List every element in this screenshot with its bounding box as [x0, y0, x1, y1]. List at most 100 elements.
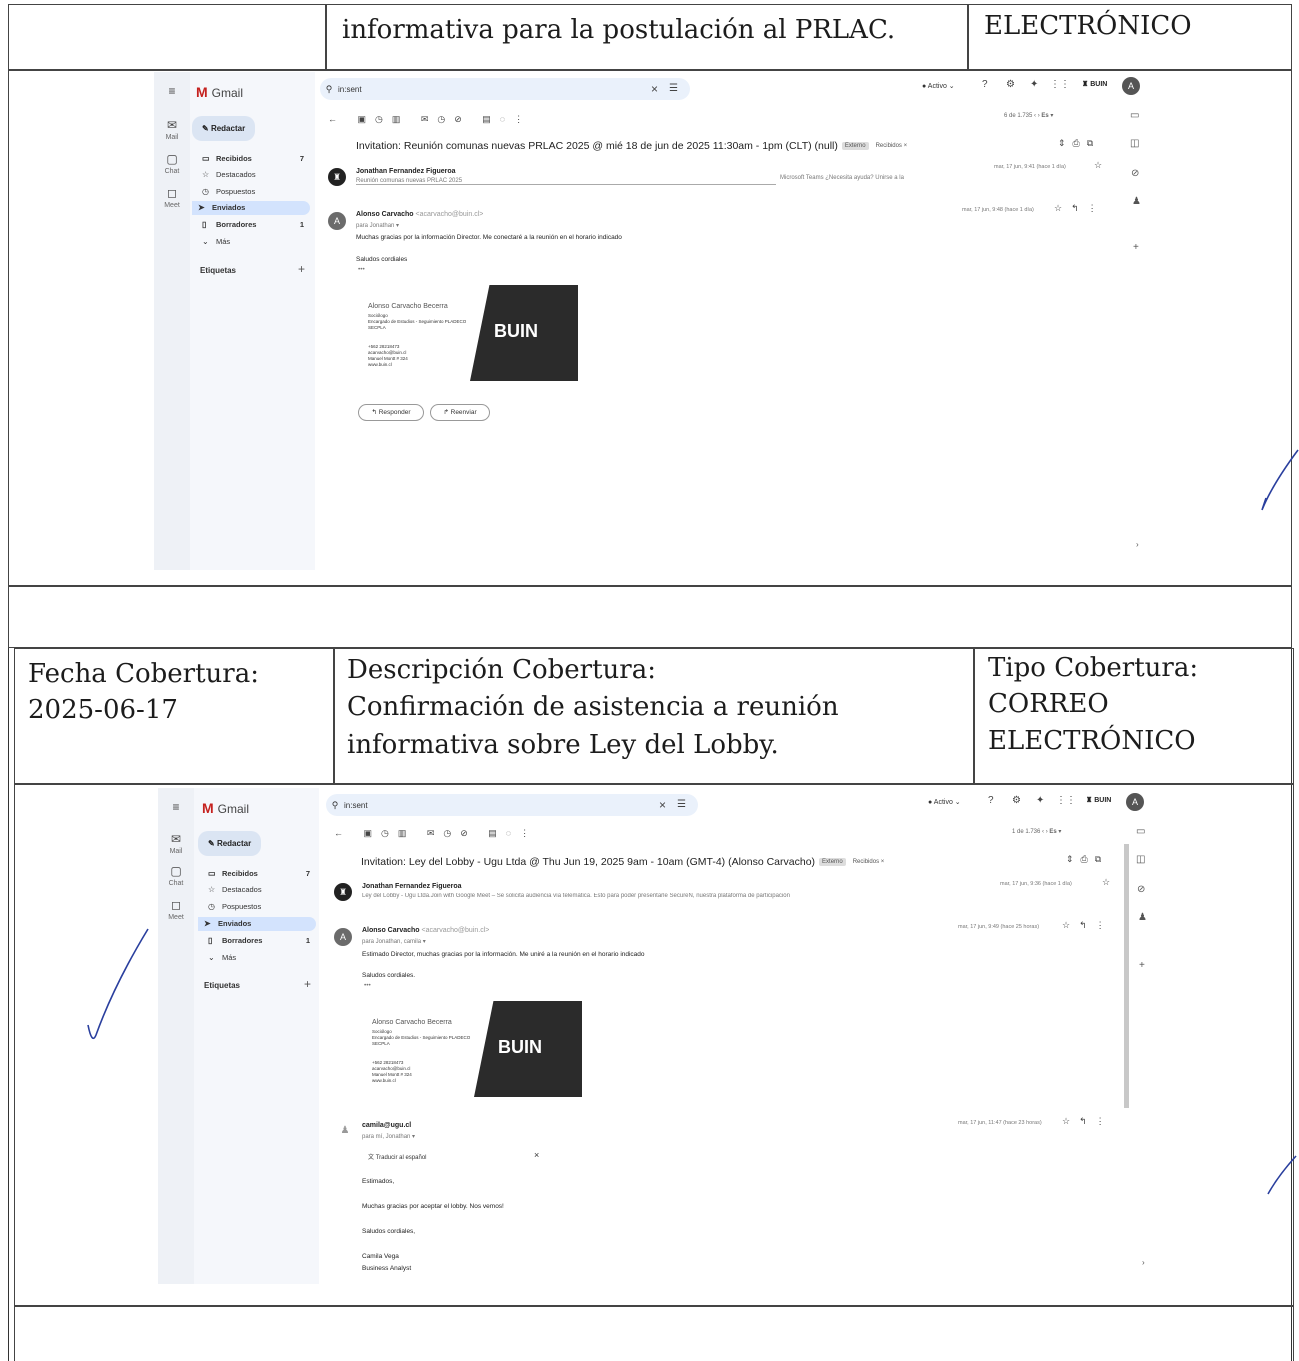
nav-label: Recibidos — [222, 869, 258, 878]
expand-panel-icon[interactable]: › — [1136, 540, 1139, 549]
contacts-side-icon[interactable]: ♟ — [1138, 912, 1147, 923]
gemini-icon[interactable]: ✦ — [1030, 79, 1038, 90]
msg2-actions[interactable]: ☆↰⋮ — [1054, 203, 1106, 214]
msg2-ellipsis[interactable]: ••• — [358, 266, 365, 273]
search-input[interactable]: in:sent — [344, 801, 368, 810]
calendar-side-icon[interactable]: ▭ — [1136, 826, 1145, 837]
search-bar[interactable]: ⚲ in:sent × ☰ — [320, 78, 690, 100]
pagination[interactable]: 6 de 1.735 ‹ › Es ▾ — [1004, 112, 1053, 119]
search-input[interactable]: in:sent — [338, 85, 362, 94]
close-translate-icon[interactable]: × — [534, 1150, 539, 1160]
account-avatar[interactable]: A — [1122, 77, 1140, 95]
settings-icon[interactable]: ⚙ — [1012, 795, 1021, 806]
scrollbar[interactable] — [1124, 844, 1129, 1108]
star-icon[interactable]: ☆ — [1102, 877, 1110, 888]
nav-label: Recibidos — [216, 154, 252, 163]
tasks-side-icon[interactable]: ⊘ — [1137, 884, 1145, 895]
forward-button[interactable]: ↱ Reenviar — [430, 404, 490, 421]
help-icon[interactable]: ? — [982, 79, 988, 90]
chat-icon[interactable]: ▢ — [160, 152, 184, 166]
mail-icon[interactable]: ✉ — [160, 118, 184, 132]
nav-item-snoozed[interactable]: ◷ Pospuestos — [202, 900, 261, 914]
calendar-side-icon[interactable]: ▭ — [1130, 110, 1139, 121]
meet-icon[interactable]: ◻ — [164, 898, 188, 912]
thread-actions[interactable]: ⇕⎙⧉ — [1058, 138, 1100, 149]
keep-side-icon[interactable]: ◫ — [1130, 138, 1139, 149]
nav-item-inbox[interactable]: ▭ Recibidos 7 — [196, 152, 308, 166]
search-bar[interactable]: ⚲ in:sent × ☰ — [326, 794, 698, 816]
search-filter-icon[interactable]: ☰ — [677, 794, 686, 816]
msg2-actions[interactable]: ☆↰⋮ — [1062, 920, 1114, 931]
msg1-meta: mar, 17 jun, 9:41 (hace 1 día) — [994, 164, 1066, 170]
msg2-recipients[interactable]: para Jonathan ▾ — [356, 222, 399, 229]
org-chip[interactable]: ♜ BUIN — [1086, 796, 1111, 804]
add-label-icon[interactable]: + — [304, 977, 311, 991]
msg1-sender[interactable]: Jonathan Fernandez Figueroa — [356, 168, 456, 175]
compose-button[interactable]: ✎ Redactar — [192, 116, 256, 141]
thread-actions[interactable]: ⇕⎙⧉ — [1066, 854, 1108, 865]
keep-side-icon[interactable]: ◫ — [1136, 854, 1145, 865]
search-filter-icon[interactable]: ☰ — [669, 78, 678, 100]
lang-select[interactable]: Es — [1041, 113, 1048, 119]
nav-item-drafts[interactable]: ▯ Borradores 1 — [196, 218, 308, 232]
nav-item-snoozed[interactable]: ◷ Pospuestos — [196, 185, 255, 199]
nav-item-inbox[interactable]: ▭ Recibidos 7 — [202, 867, 314, 881]
message-toolbar[interactable]: ← ▣◷▥ ✉◷⊘ ▤◌⋮ — [328, 114, 532, 125]
pagination[interactable]: 1 de 1.736 ‹ › Es ▾ — [1012, 828, 1061, 835]
add-label-icon[interactable]: + — [298, 262, 305, 276]
tasks-side-icon[interactable]: ⊘ — [1131, 168, 1139, 179]
contacts-side-icon[interactable]: ♟ — [1132, 196, 1141, 207]
message-toolbar[interactable]: ← ▣◷▥ ✉◷⊘ ▤◌⋮ — [334, 828, 538, 839]
apps-grid-icon[interactable]: ⋮⋮ — [1050, 79, 1070, 90]
msg2-ellipsis[interactable]: ••• — [364, 982, 371, 989]
clear-search-icon[interactable]: × — [651, 78, 658, 100]
gemini-icon[interactable]: ✦ — [1036, 795, 1044, 806]
status-indicator[interactable]: ● Activo ⌄ — [922, 82, 955, 90]
chat-icon[interactable]: ▢ — [164, 864, 188, 878]
msg1-preview[interactable]: Reunión comunas nuevas PRLAC 2025 — [356, 178, 776, 185]
msg3-recipients[interactable]: para mí, Jonathan ▾ — [362, 1133, 415, 1140]
lang-select[interactable]: Es — [1049, 829, 1056, 835]
msg1-sender[interactable]: Jonathan Fernandez Figueroa — [362, 883, 462, 890]
inbox-label-chip[interactable]: Recibidos × — [872, 142, 911, 151]
clear-search-icon[interactable]: × — [659, 794, 666, 816]
nav-item-sent[interactable]: ➤ Enviados — [198, 917, 316, 931]
nav-item-drafts[interactable]: ▯ Borradores 1 — [202, 934, 314, 948]
msg2-recipients[interactable]: para Jonathan, camila ▾ — [362, 938, 426, 945]
buin-logo: BUIN — [474, 1001, 582, 1097]
add-addon-icon[interactable]: + — [1139, 960, 1145, 971]
msg1-preview[interactable]: Ley del Lobby - Ugu Ltda.Join with Googl… — [362, 893, 922, 899]
menu-icon[interactable]: ≡ — [160, 84, 184, 98]
nav-item-starred[interactable]: ☆ Destacados — [196, 168, 256, 182]
nav-item-more[interactable]: ⌄ Más — [196, 235, 230, 249]
menu-icon[interactable]: ≡ — [164, 800, 188, 814]
gmail-logo[interactable]: M Gmail — [202, 800, 249, 816]
msg2-sender[interactable]: Alonso Carvacho <acarvacho@buin.cl> — [356, 211, 483, 218]
send-icon: ➤ — [198, 203, 205, 212]
account-avatar[interactable]: A — [1126, 793, 1144, 811]
nav-item-starred[interactable]: ☆ Destacados — [202, 883, 262, 897]
add-addon-icon[interactable]: + — [1133, 242, 1139, 253]
reply-button[interactable]: ↰ Responder — [358, 404, 424, 421]
expand-panel-icon[interactable]: › — [1142, 1258, 1145, 1267]
mail-icon[interactable]: ✉ — [164, 832, 188, 846]
inbox-label-chip[interactable]: Recibidos × — [849, 858, 888, 867]
draft-icon: ▯ — [208, 936, 213, 945]
status-indicator[interactable]: ● Activo ⌄ — [928, 798, 961, 806]
compose-button[interactable]: ✎ Redactar — [198, 831, 262, 856]
star-icon[interactable]: ☆ — [1094, 160, 1102, 171]
msg3-sender[interactable]: camila@ugu.cl — [362, 1122, 411, 1129]
org-chip[interactable]: ♜ BUIN — [1082, 80, 1107, 88]
gmail-logo[interactable]: M Gmail — [196, 84, 243, 100]
settings-icon[interactable]: ⚙ — [1006, 79, 1015, 90]
nav-item-sent[interactable]: ➤ Enviados — [192, 201, 310, 215]
msg3-actions[interactable]: ☆↰⋮ — [1062, 1116, 1114, 1127]
msg2-sender[interactable]: Alonso Carvacho <acarvacho@buin.cl> — [362, 927, 489, 934]
help-icon[interactable]: ? — [988, 795, 994, 806]
apps-grid-icon[interactable]: ⋮⋮ — [1056, 795, 1076, 806]
nav-item-more[interactable]: ⌄ Más — [202, 951, 236, 965]
msg1-preview-right[interactable]: Microsoft Teams ¿Necesita ayuda? Unirse … — [780, 175, 904, 181]
meet-icon[interactable]: ◻ — [160, 186, 184, 200]
translate-bar[interactable]: 文 Traducir al español — [368, 1152, 427, 1161]
spacer-row — [8, 586, 1292, 648]
